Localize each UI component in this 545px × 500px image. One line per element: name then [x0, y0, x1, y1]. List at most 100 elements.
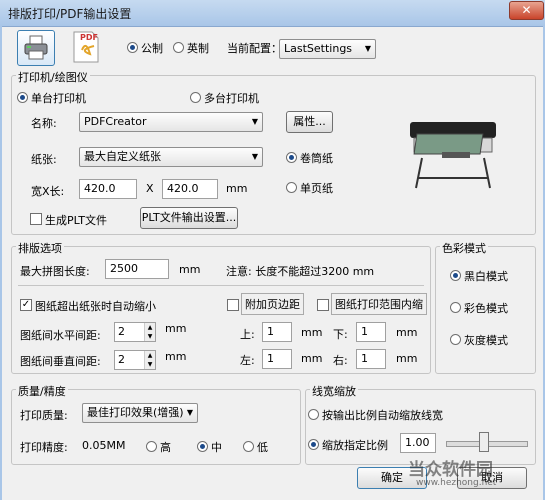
linewidth-group-title: 线宽缩放: [310, 383, 358, 399]
paper-label: 纸张:: [31, 153, 57, 166]
printer-name-value: PDFCreator: [84, 115, 147, 128]
window-title: 排版打印/PDF输出设置: [8, 7, 132, 21]
printer-mode-button[interactable]: [17, 30, 55, 66]
linewidth-slider-thumb[interactable]: [479, 432, 489, 452]
h-spacing-input[interactable]: 2 ▲ ▼: [114, 322, 156, 342]
printer-group-title: 打印机/绘图仪: [16, 69, 90, 85]
generate-plt-checkbox[interactable]: [30, 213, 42, 225]
color-mode-label: 彩色模式: [464, 302, 508, 315]
bw-mode-label: 黑白模式: [464, 270, 508, 283]
roll-paper-radio[interactable]: [286, 152, 297, 163]
margin-right-input[interactable]: 1: [356, 349, 386, 369]
chevron-down-icon: ▼: [251, 152, 258, 161]
single-printer-radio[interactable]: [17, 92, 28, 103]
precision-mid-label: 中: [211, 441, 222, 454]
linewidth-ratio-input[interactable]: 1.00: [400, 433, 436, 453]
precision-high-radio[interactable]: [146, 441, 157, 452]
max-length-unit: mm: [179, 263, 201, 276]
metric-label: 公制: [141, 42, 163, 55]
margin-right-unit: mm: [396, 352, 418, 365]
max-length-note: 注意: 长度不能超过3200 mm: [226, 265, 375, 278]
auto-shrink-label: 图纸超出纸张时自动缩小: [35, 300, 156, 313]
h-spacing-value: 2: [118, 325, 125, 338]
margin-left-unit: mm: [301, 352, 323, 365]
size-label: 宽X长:: [31, 185, 65, 198]
plt-settings-button[interactable]: PLT文件输出设置...: [140, 207, 238, 229]
paper-length-input[interactable]: 420.0: [162, 179, 218, 199]
printer-properties-button[interactable]: 属性...: [286, 111, 333, 133]
config-select[interactable]: LastSettings ▼: [279, 39, 376, 59]
color-mode-title: 色彩模式: [440, 240, 488, 256]
layout-group-title: 排版选项: [16, 240, 64, 256]
auto-linewidth-radio[interactable]: [308, 409, 319, 420]
imperial-label: 英制: [187, 42, 209, 55]
add-margin-checkbox[interactable]: [227, 299, 239, 311]
chevron-down-icon: ▼: [251, 117, 258, 126]
v-spacing-unit: mm: [165, 350, 187, 363]
precision-value: 0.05MM: [82, 439, 126, 452]
gray-mode-radio[interactable]: [450, 334, 461, 345]
print-quality-value: 最佳打印效果(增强): [87, 406, 184, 419]
paper-value: 最大自定义纸张: [84, 150, 161, 163]
pdf-mode-button[interactable]: PDF: [68, 30, 106, 66]
margin-left-label: 左:: [240, 354, 255, 367]
max-length-input[interactable]: 2500: [105, 259, 169, 279]
chevron-down-icon: ▼: [186, 408, 193, 417]
printer-name-select[interactable]: PDFCreator ▼: [79, 112, 263, 132]
margin-left-input[interactable]: 1: [262, 349, 292, 369]
sheet-paper-radio[interactable]: [286, 182, 297, 193]
spin-arrows-icon[interactable]: ▲ ▼: [144, 323, 155, 341]
margin-bottom-input[interactable]: 1: [356, 322, 386, 342]
config-label: 当前配置：: [227, 42, 282, 55]
margin-top-label: 上:: [240, 328, 255, 341]
generate-plt-label: 生成PLT文件: [45, 214, 107, 227]
spin-arrows-icon[interactable]: ▲ ▼: [144, 351, 155, 369]
v-spacing-label: 图纸间垂直间距:: [20, 355, 101, 368]
margin-top-input[interactable]: 1: [262, 322, 292, 342]
precision-low-label: 低: [257, 441, 268, 454]
printer-icon: [24, 35, 48, 60]
watermark-url: www.hezhong.net: [416, 478, 497, 488]
shrink-range-checkbox[interactable]: [317, 299, 329, 311]
auto-linewidth-label: 按输出比例自动缩放线宽: [322, 409, 443, 422]
metric-radio[interactable]: [127, 42, 138, 53]
bw-mode-radio[interactable]: [450, 270, 461, 281]
print-quality-label: 打印质量:: [20, 409, 68, 422]
margin-bottom-unit: mm: [396, 326, 418, 339]
linewidth-group: [305, 389, 536, 465]
plotter-image: [410, 122, 496, 189]
multi-printer-label: 多台打印机: [204, 92, 259, 105]
h-spacing-label: 图纸间水平间距:: [20, 329, 101, 342]
shrink-range-label: 图纸打印范围内缩: [331, 293, 427, 315]
multi-printer-radio[interactable]: [190, 92, 201, 103]
size-x-label: X: [146, 182, 154, 195]
pdf-label: PDF: [80, 33, 98, 42]
roll-paper-label: 卷筒纸: [300, 152, 333, 165]
precision-low-radio[interactable]: [243, 441, 254, 452]
margin-bottom-label: 下:: [333, 328, 348, 341]
margin-top-unit: mm: [301, 326, 323, 339]
print-quality-select[interactable]: 最佳打印效果(增强) ▼: [82, 403, 198, 423]
quality-group-title: 质量/精度: [16, 383, 68, 399]
imperial-radio[interactable]: [173, 42, 184, 53]
layout-divider: [18, 285, 424, 286]
h-spacing-unit: mm: [165, 322, 187, 335]
config-value: LastSettings: [284, 42, 353, 55]
auto-shrink-checkbox[interactable]: ✓: [20, 299, 32, 311]
color-mode-radio[interactable]: [450, 302, 461, 313]
precision-high-label: 高: [160, 441, 171, 454]
paper-width-input[interactable]: 420.0: [79, 179, 137, 199]
precision-mid-radio[interactable]: [197, 441, 208, 452]
max-length-label: 最大拼图长度:: [20, 265, 90, 278]
add-margin-label: 附加页边距: [241, 293, 304, 315]
sheet-paper-label: 单页纸: [300, 182, 333, 195]
single-printer-label: 单台打印机: [31, 92, 86, 105]
fixed-linewidth-radio[interactable]: [308, 439, 319, 450]
printer-name-label: 名称:: [31, 117, 57, 130]
paper-select[interactable]: 最大自定义纸张 ▼: [79, 147, 263, 167]
gray-mode-label: 灰度模式: [464, 334, 508, 347]
v-spacing-input[interactable]: 2 ▲ ▼: [114, 350, 156, 370]
size-unit-label: mm: [226, 182, 248, 195]
close-button[interactable]: ✕: [509, 1, 544, 20]
v-spacing-value: 2: [118, 353, 125, 366]
